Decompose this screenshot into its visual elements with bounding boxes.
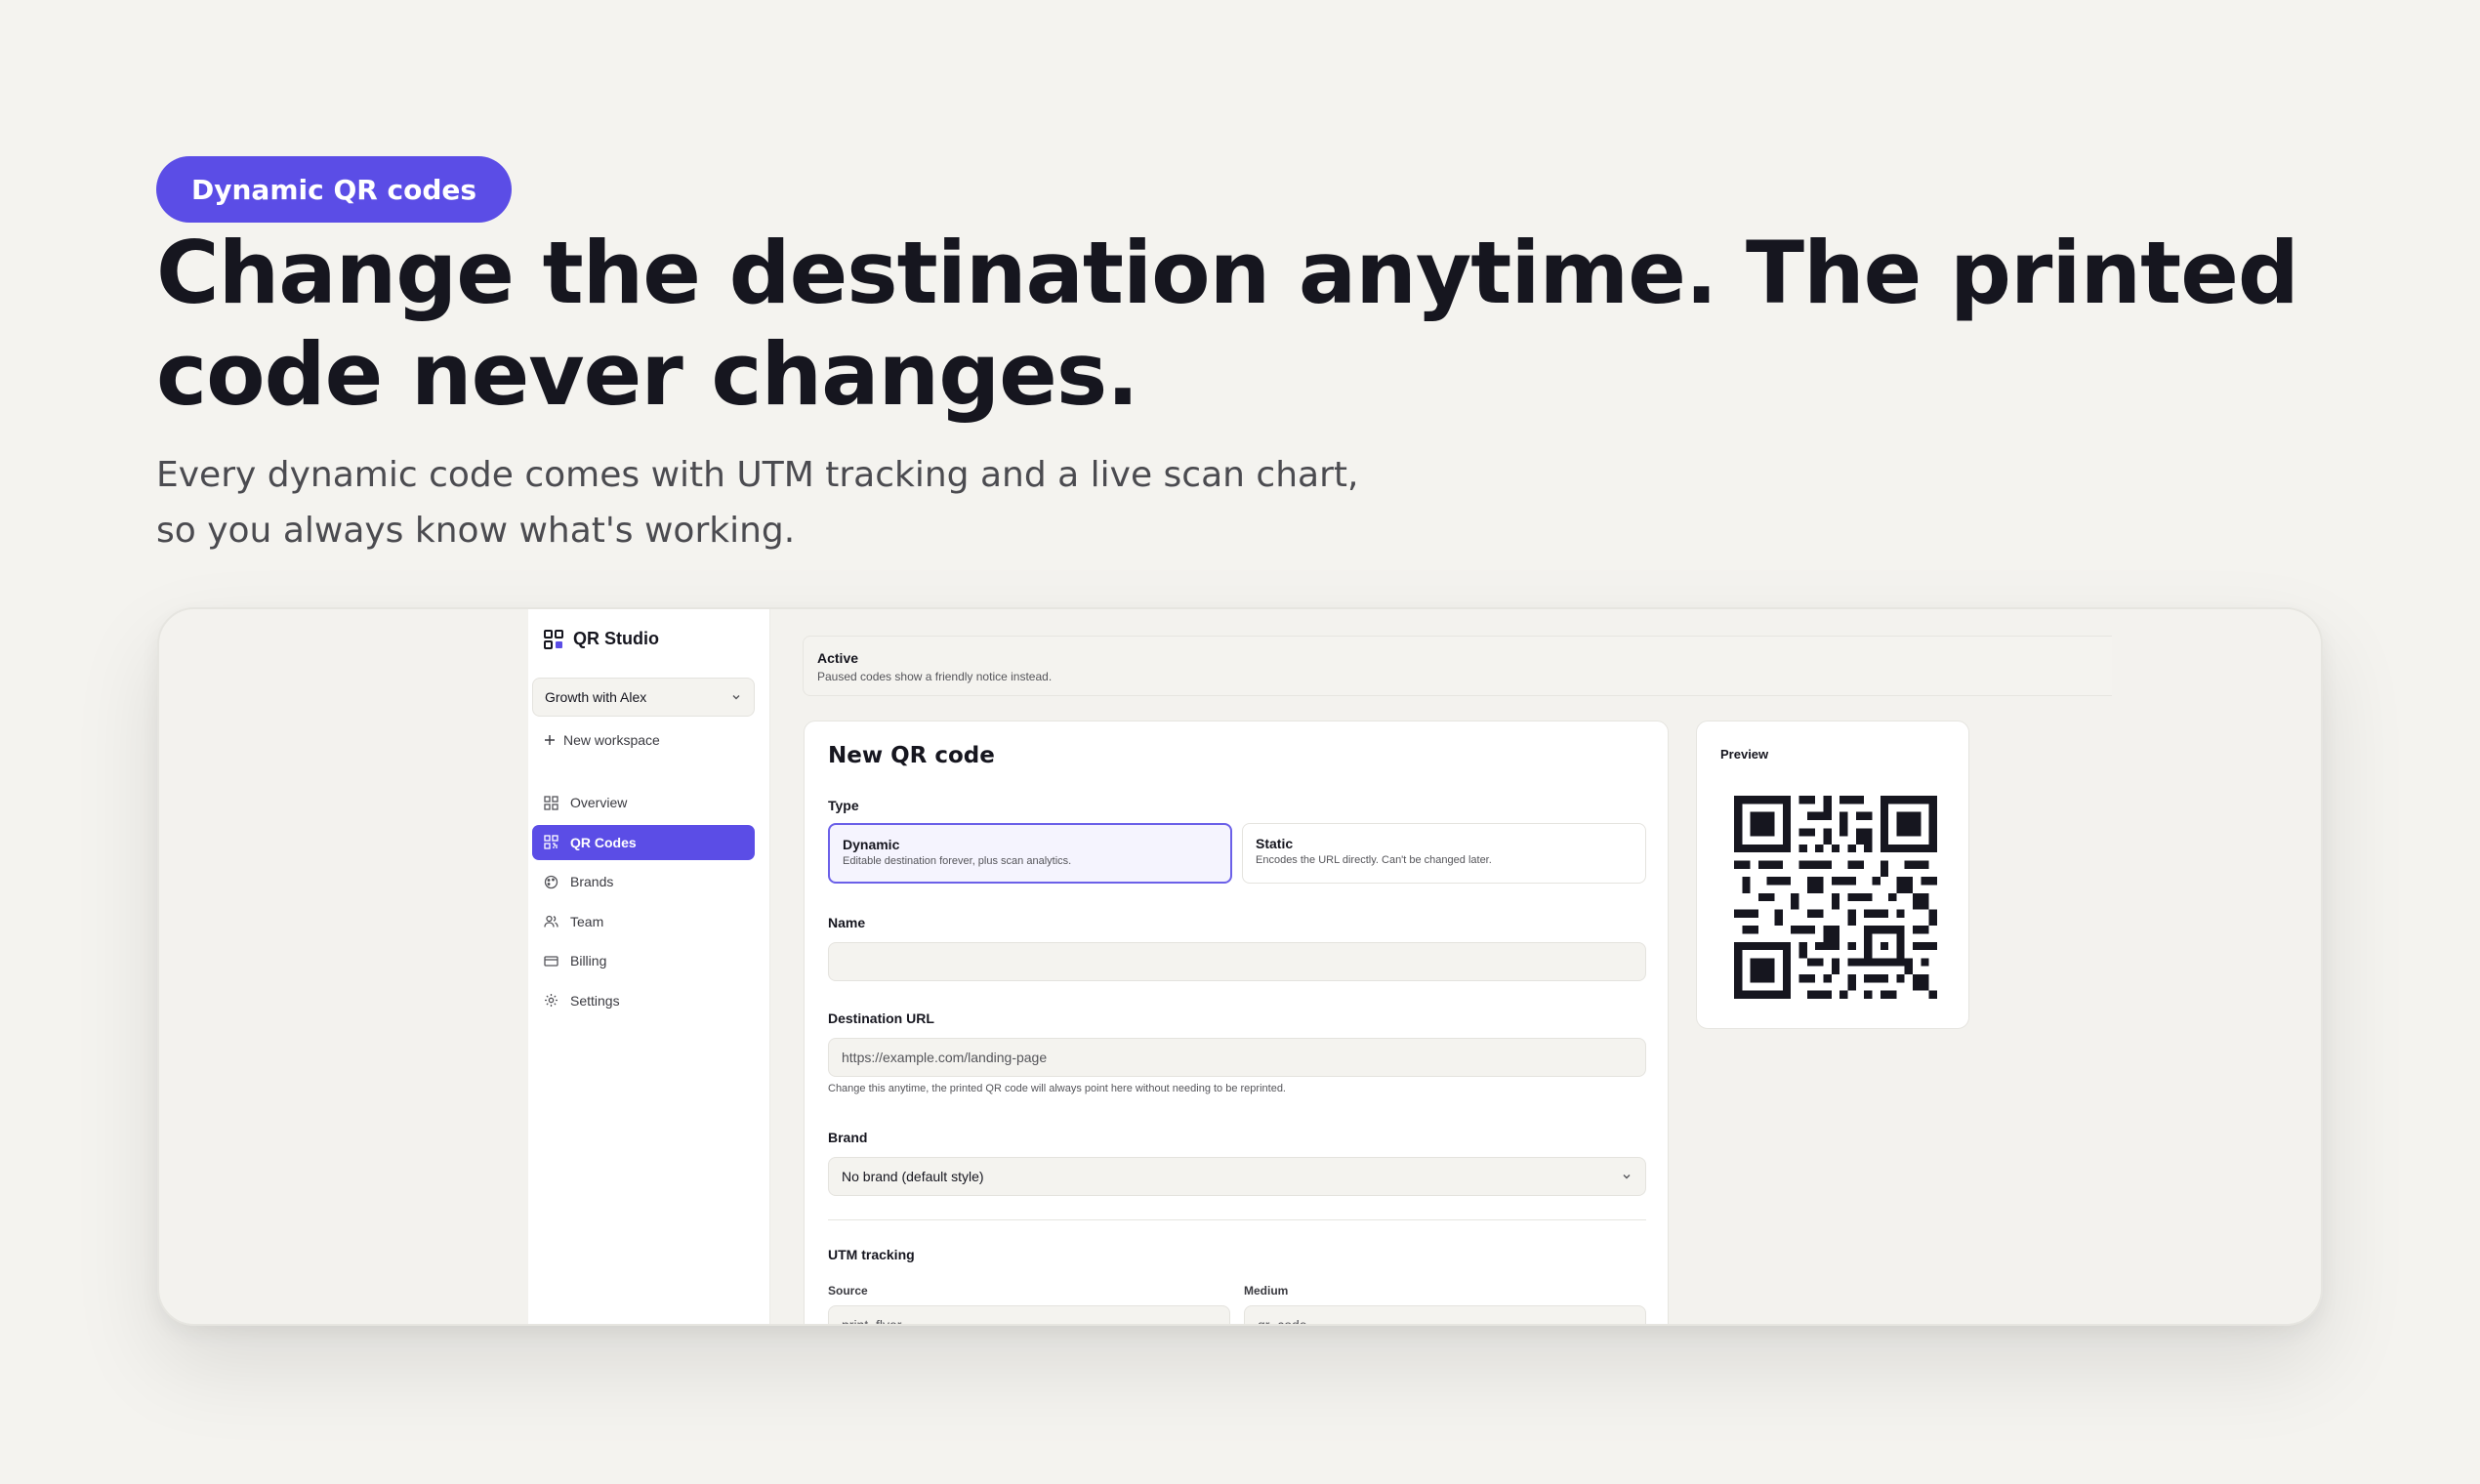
- medium-label: Medium: [1244, 1284, 1289, 1298]
- sidebar-item-settings[interactable]: Settings: [532, 983, 755, 1018]
- preview-label: Preview: [1720, 747, 1769, 762]
- qr-code-image: [1734, 796, 1937, 999]
- workspace-name: Growth with Alex: [545, 689, 647, 705]
- hero-subhead: Every dynamic code comes with UTM tracki…: [156, 455, 1359, 551]
- feature-badge: Dynamic QR codes: [156, 156, 513, 223]
- hero-headline: Change the destination anytime. The prin…: [156, 223, 2299, 425]
- sidebar-item-label: QR Codes: [570, 834, 637, 850]
- sidebar-item-overview[interactable]: Overview: [532, 785, 755, 820]
- utm-label: UTM tracking: [828, 1247, 915, 1262]
- type-option-desc: Editable destination forever, plus scan …: [843, 855, 1072, 867]
- type-option-name: Static: [1256, 836, 1294, 851]
- sidebar-nav: Overview QR Codes Brands Team Billing Se…: [532, 785, 755, 1022]
- new-workspace-button[interactable]: New workspace: [544, 732, 660, 748]
- type-option-name: Dynamic: [843, 837, 900, 852]
- plus-icon: [545, 735, 555, 745]
- viewport-clip: [2112, 609, 2321, 1324]
- palette-icon: [544, 875, 558, 888]
- active-status-bar: Active Paused codes show a friendly noti…: [803, 636, 2179, 696]
- name-label: Name: [828, 915, 866, 930]
- grid-icon: [544, 795, 558, 810]
- sidebar-item-qr-codes[interactable]: QR Codes: [532, 824, 755, 860]
- destination-url-input[interactable]: https://example.com/landing-page: [828, 1038, 1646, 1077]
- new-qr-form: New QR code Type Dynamic Editable destin…: [804, 721, 1669, 1324]
- app-logo[interactable]: QR Studio: [544, 629, 659, 649]
- active-description: Paused codes show a friendly notice inst…: [817, 670, 1053, 683]
- users-icon: [544, 915, 558, 928]
- url-label: Destination URL: [828, 1010, 934, 1026]
- name-input[interactable]: [828, 942, 1646, 981]
- app-name: QR Studio: [573, 629, 659, 648]
- utm-medium-input[interactable]: qr_code: [1244, 1305, 1646, 1324]
- form-title: New QR code: [828, 743, 995, 768]
- qr-logo-icon: [544, 629, 563, 649]
- sidebar-item-billing[interactable]: Billing: [532, 943, 755, 978]
- sidebar-item-label: Brands: [570, 874, 614, 889]
- qr-icon: [544, 835, 558, 849]
- card-icon: [544, 955, 558, 967]
- active-title: Active: [817, 650, 859, 666]
- brand-select[interactable]: No brand (default style): [828, 1157, 1646, 1196]
- url-helper-text: Change this anytime, the printed QR code…: [828, 1083, 1286, 1094]
- type-option-desc: Encodes the URL directly. Can't be chang…: [1256, 854, 1492, 866]
- brand-selected-value: No brand (default style): [842, 1169, 984, 1184]
- app-screenshot-frame: QR Studio Growth with Alex New workspace…: [157, 607, 2323, 1326]
- sidebar-item-label: Overview: [570, 795, 628, 810]
- sidebar: QR Studio Growth with Alex New workspace…: [528, 609, 770, 1324]
- new-workspace-label: New workspace: [563, 732, 660, 748]
- chevron-down-icon: [1623, 1175, 1631, 1179]
- source-label: Source: [828, 1284, 868, 1298]
- gear-icon: [545, 994, 558, 1007]
- sidebar-item-label: Settings: [570, 992, 620, 1009]
- workspace-select[interactable]: Growth with Alex: [532, 678, 755, 717]
- brand-label: Brand: [828, 1130, 868, 1145]
- sidebar-item-brands[interactable]: Brands: [532, 864, 755, 899]
- qr-preview-card: Preview: [1696, 721, 1969, 1029]
- type-option-dynamic[interactable]: Dynamic Editable destination forever, pl…: [828, 823, 1232, 884]
- sidebar-item-label: Team: [570, 913, 604, 929]
- sidebar-item-team[interactable]: Team: [532, 904, 755, 939]
- utm-source-input[interactable]: print_flyer: [828, 1305, 1230, 1324]
- chevron-down-icon: [732, 695, 740, 700]
- section-divider: [828, 1219, 1646, 1220]
- type-label: Type: [828, 798, 859, 813]
- type-option-static[interactable]: Static Encodes the URL directly. Can't b…: [1242, 823, 1646, 884]
- sidebar-item-label: Billing: [570, 953, 607, 969]
